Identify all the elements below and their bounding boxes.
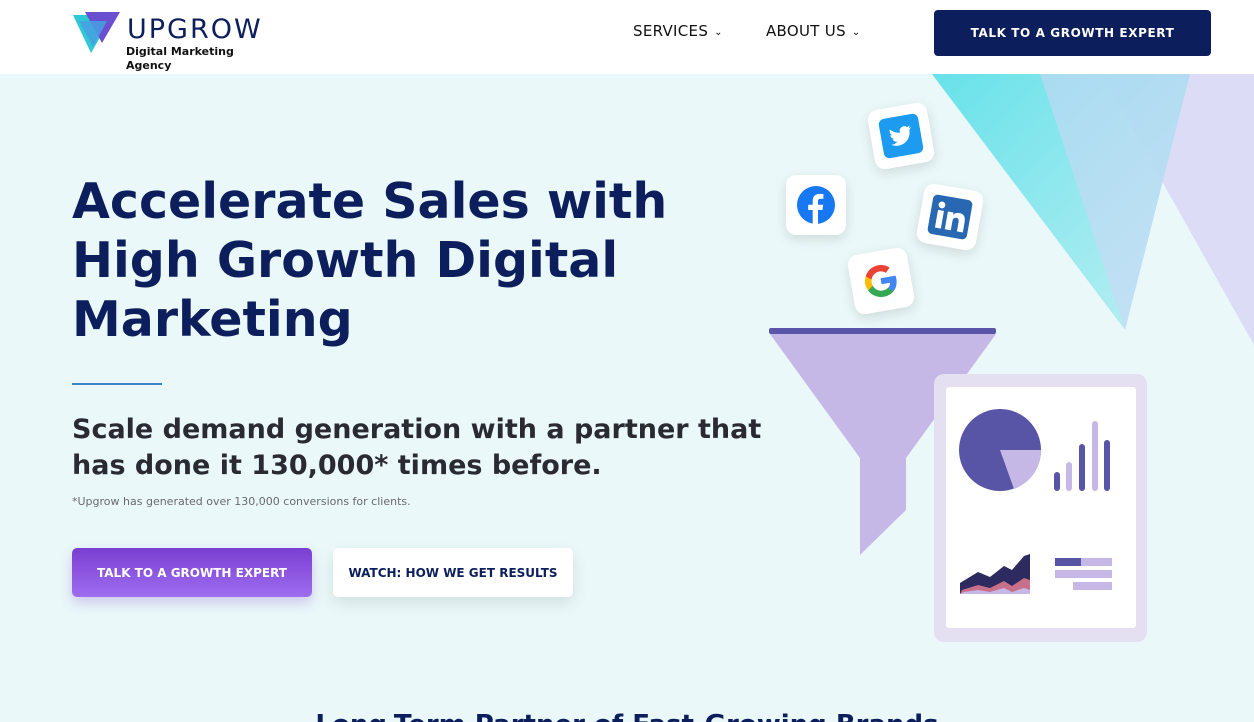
- linkedin-tile: [915, 182, 985, 252]
- nav-services-label: SERVICES: [633, 22, 709, 40]
- upgrow-logo-icon: [73, 12, 120, 53]
- brand-tagline: Digital Marketing Agency: [126, 45, 234, 72]
- nav-item-services[interactable]: SERVICES ⌄: [633, 22, 723, 40]
- facebook-icon: [797, 186, 835, 224]
- hero-title: Accelerate Sales with High Growth Digita…: [72, 173, 668, 348]
- nav-about-label: ABOUT US: [766, 22, 846, 40]
- hero-divider: [72, 383, 162, 385]
- linkedin-icon: [927, 194, 973, 240]
- site-header: UPGROW Digital Marketing Agency SERVICES…: [0, 0, 1254, 74]
- hero-footnote: *Upgrow has generated over 130,000 conve…: [72, 495, 411, 508]
- google-icon: [865, 265, 897, 298]
- next-section-heading: Long-Term Partner of Fast-Growing Brands: [0, 710, 1254, 722]
- chevron-down-icon: ⌄: [851, 26, 861, 38]
- twitter-icon: [878, 113, 924, 159]
- twitter-tile: [866, 101, 936, 171]
- talk-to-growth-expert-button[interactable]: TALK TO A GROWTH EXPERT: [72, 548, 312, 597]
- brand-logo[interactable]: UPGROW Digital Marketing Agency: [73, 11, 283, 72]
- nav-item-about-us[interactable]: ABOUT US ⌄: [766, 22, 861, 40]
- funnel-dashboard-illustration: [769, 328, 1147, 642]
- chevron-down-icon: ⌄: [714, 26, 723, 38]
- header-cta-button[interactable]: TALK TO A GROWTH EXPERT: [934, 10, 1211, 56]
- facebook-tile: [786, 175, 846, 235]
- funnel-rim: [769, 328, 996, 334]
- hero-subtitle: Scale demand generation with a partner t…: [72, 414, 762, 481]
- brand-name: UPGROW: [127, 14, 263, 45]
- google-tile: [846, 246, 916, 316]
- watch-results-button[interactable]: WATCH: HOW WE GET RESULTS: [333, 548, 573, 597]
